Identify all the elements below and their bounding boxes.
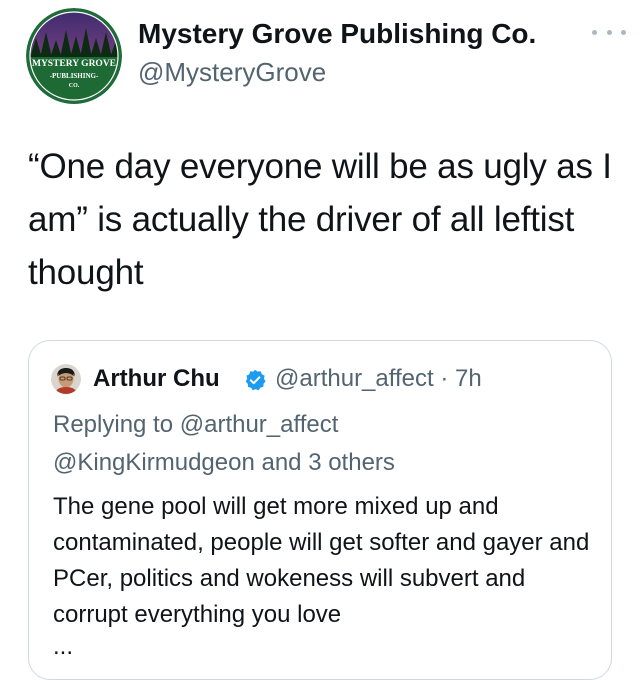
verified-badge-icon [245,369,266,391]
tweet[interactable]: MYSTERY GROVE -PUBLISHING- CO. Mystery G… [0,0,640,680]
quoted-tweet-text: The gene pool will get more mixed up and… [53,493,590,628]
replying-to-line[interactable]: Replying to @arthur_affect [53,409,338,441]
author-avatar[interactable]: MYSTERY GROVE -PUBLISHING- CO. [26,8,122,104]
replying-to-others-line[interactable]: @KingKirmudgeon and 3 others [53,447,395,479]
more-horizontal-icon-dot [606,29,612,35]
quoted-author-avatar[interactable] [51,364,81,394]
author-name[interactable]: Mystery Grove Publishing Co. [138,16,536,52]
quoted-timestamp[interactable]: · 7h [440,365,481,392]
avatar-logo-line1: MYSTERY GROVE [32,59,116,69]
mystery-grove-logo: MYSTERY GROVE -PUBLISHING- CO. [26,8,122,104]
author-handle[interactable]: @MysteryGrove [138,56,326,88]
avatar-logo-line3: CO. [69,83,80,89]
quoted-tweet-truncation: ... [53,633,74,660]
more-horizontal-icon [592,29,597,35]
quoted-author-name[interactable]: Arthur Chu [93,363,220,395]
quoted-tweet-card[interactable]: Arthur Chu @arthur_affect · 7h Replying … [28,340,612,680]
quoted-author-handle[interactable]: @arthur_affect [275,365,434,392]
avatar-logo-line2: -PUBLISHING- [50,72,99,80]
more-options-button[interactable] [592,22,626,42]
person-avatar-icon [51,364,81,394]
tweet-text: “One day everyone will be as ugly as I a… [28,147,612,292]
quoted-author-handle-and-time[interactable]: @arthur_affect · 7h [275,363,482,395]
more-horizontal-icon-dot [621,29,626,35]
